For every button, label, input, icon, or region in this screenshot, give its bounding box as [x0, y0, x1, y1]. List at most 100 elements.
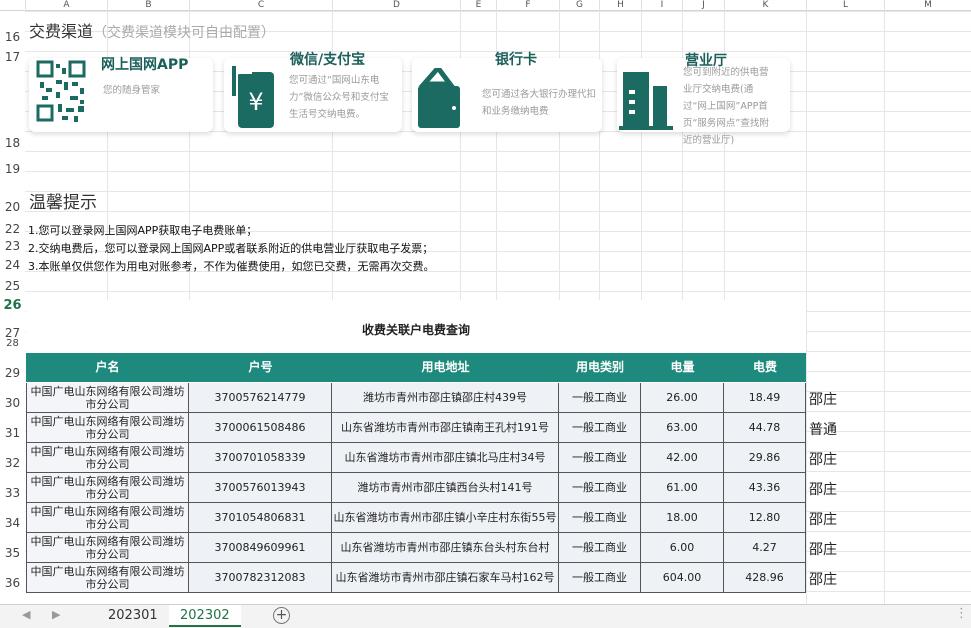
- cell-name[interactable]: 中国广电山东网络有限公司潍坊市分公司: [26, 443, 189, 473]
- card-service-hall[interactable]: 营业厅 您可到附近的供电营业厅交纳电费(通过“网上国网”APP首页“服务网点”查…: [617, 53, 790, 146]
- cell-account-id[interactable]: 3700701058339: [189, 443, 332, 473]
- table-row[interactable]: 中国广电山东网络有限公司潍坊市分公司 3700576013943 潍坊市青州市邵庄镇…: [26, 473, 806, 503]
- cell-kwh[interactable]: 42.00: [641, 443, 724, 473]
- cell-fee[interactable]: 4.27: [724, 533, 806, 563]
- col-k[interactable]: K: [724, 0, 806, 11]
- table-row[interactable]: 中国广电山东网络有限公司潍坊市分公司 3700061508486 山东省潍坊市青州市…: [26, 413, 806, 443]
- col-g[interactable]: G: [559, 0, 599, 11]
- cell-extra[interactable]: 邵庄: [809, 539, 837, 559]
- building-icon: [619, 72, 673, 130]
- row-20[interactable]: 20: [0, 200, 25, 214]
- col-e[interactable]: E: [460, 0, 496, 11]
- row-18[interactable]: 18: [0, 136, 25, 150]
- cell-extra[interactable]: 邵庄: [809, 509, 837, 529]
- row-17[interactable]: 17: [0, 50, 25, 64]
- col-a[interactable]: A: [25, 0, 107, 11]
- row-33[interactable]: 33: [0, 486, 25, 500]
- row-31[interactable]: 31: [0, 426, 25, 440]
- cell-fee[interactable]: 428.96: [724, 563, 806, 593]
- row-24[interactable]: 24: [0, 258, 25, 272]
- cell-address[interactable]: 山东省潍坊市青州市邵庄镇北马庄村34号: [332, 443, 559, 473]
- cell-kwh[interactable]: 61.00: [641, 473, 724, 503]
- cell-fee[interactable]: 44.78: [724, 413, 806, 443]
- cell-account-id[interactable]: 3700782312083: [189, 563, 332, 593]
- col-i[interactable]: I: [641, 0, 682, 11]
- cell-extra[interactable]: 邵庄: [809, 569, 837, 589]
- row-29[interactable]: 29: [0, 366, 25, 380]
- cell-fee[interactable]: 12.80: [724, 503, 806, 533]
- sheet-tab-202301[interactable]: 202301: [97, 605, 169, 627]
- cell-account-id[interactable]: 3701054806831: [189, 503, 332, 533]
- row-35[interactable]: 35: [0, 546, 25, 560]
- cell-extra[interactable]: 邵庄: [809, 479, 837, 499]
- cell-type[interactable]: 一般工商业: [559, 443, 641, 473]
- cell-type[interactable]: 一般工商业: [559, 383, 641, 413]
- col-m[interactable]: M: [884, 0, 971, 11]
- cell-name[interactable]: 中国广电山东网络有限公司潍坊市分公司: [26, 383, 189, 413]
- header-fee: 电费: [752, 360, 777, 374]
- table-row[interactable]: 中国广电山东网络有限公司潍坊市分公司 3700701058339 山东省潍坊市青州市…: [26, 443, 806, 473]
- cell-address[interactable]: 山东省潍坊市青州市邵庄镇石家车马村162号: [332, 563, 559, 593]
- cell-address[interactable]: 山东省潍坊市青州市邵庄镇东台头村东台村: [332, 533, 559, 563]
- cell-account-id[interactable]: 3700576013943: [189, 473, 332, 503]
- row-34[interactable]: 34: [0, 516, 25, 530]
- row-25[interactable]: 25: [0, 279, 25, 293]
- card-wechat-alipay[interactable]: ¥ 微信/支付宝 您可通过“国网山东电力”微信公众号和支付宝生活号交纳电费。: [224, 52, 402, 132]
- table-row[interactable]: 中国广电山东网络有限公司潍坊市分公司 3700782312083 山东省潍坊市青州市…: [26, 563, 806, 593]
- row-19[interactable]: 19: [0, 162, 25, 176]
- cell-type[interactable]: 一般工商业: [559, 563, 641, 593]
- cell-fee[interactable]: 18.49: [724, 383, 806, 413]
- cell-address[interactable]: 山东省潍坊市青州市邵庄镇南王孔村191号: [332, 413, 559, 443]
- cell-fee[interactable]: 43.36: [724, 473, 806, 503]
- row-16[interactable]: 16: [0, 30, 25, 44]
- cell-kwh[interactable]: 18.00: [641, 503, 724, 533]
- cell-address[interactable]: 潍坊市青州市邵庄镇邵庄村439号: [332, 383, 559, 413]
- col-j[interactable]: J: [682, 0, 724, 11]
- cell-fee[interactable]: 29.86: [724, 443, 806, 473]
- col-f[interactable]: F: [496, 0, 559, 11]
- cell-extra[interactable]: 普通: [809, 419, 837, 439]
- row-26[interactable]: 26: [0, 298, 25, 313]
- cell-type[interactable]: 一般工商业: [559, 413, 641, 443]
- cell-account-id[interactable]: 3700576214779: [189, 383, 332, 413]
- col-h[interactable]: H: [599, 0, 641, 11]
- row-36[interactable]: 36: [0, 576, 25, 590]
- col-c[interactable]: C: [189, 0, 332, 11]
- cell-extra[interactable]: 邵庄: [809, 449, 837, 469]
- add-sheet-button[interactable]: +: [273, 607, 290, 624]
- row-32[interactable]: 32: [0, 456, 25, 470]
- row-28[interactable]: 28: [0, 338, 25, 349]
- cell-name[interactable]: 中国广电山东网络有限公司潍坊市分公司: [26, 533, 189, 563]
- cell-address[interactable]: 潍坊市青州市邵庄镇西台头村141号: [332, 473, 559, 503]
- cell-account-id[interactable]: 3700849609961: [189, 533, 332, 563]
- sheet-tab-202302[interactable]: 202302: [169, 605, 241, 627]
- table-row[interactable]: 中国广电山东网络有限公司潍坊市分公司 3700576214779 潍坊市青州市邵庄镇…: [26, 383, 806, 413]
- cell-name[interactable]: 中国广电山东网络有限公司潍坊市分公司: [26, 503, 189, 533]
- cell-extra[interactable]: 邵庄: [809, 389, 837, 409]
- cell-address[interactable]: 山东省潍坊市青州市邵庄镇小辛庄村东街55号: [332, 503, 559, 533]
- table-row[interactable]: 中国广电山东网络有限公司潍坊市分公司 3701054806831 山东省潍坊市青州市…: [26, 503, 806, 533]
- table-row[interactable]: 中国广电山东网络有限公司潍坊市分公司 3700849609961 山东省潍坊市青州市…: [26, 533, 806, 563]
- cell-kwh[interactable]: 604.00: [641, 563, 724, 593]
- card-app[interactable]: 网上国网APP 您的随身管家: [29, 57, 213, 132]
- row-23[interactable]: 23: [0, 239, 25, 253]
- row-30[interactable]: 30: [0, 396, 25, 410]
- cell-type[interactable]: 一般工商业: [559, 473, 641, 503]
- cell-account-id[interactable]: 3700061508486: [189, 413, 332, 443]
- cell-name[interactable]: 中国广电山东网络有限公司潍坊市分公司: [26, 473, 189, 503]
- cell-kwh[interactable]: 63.00: [641, 413, 724, 443]
- cell-type[interactable]: 一般工商业: [559, 503, 641, 533]
- cell-name[interactable]: 中国广电山东网络有限公司潍坊市分公司: [26, 413, 189, 443]
- cell-kwh[interactable]: 6.00: [641, 533, 724, 563]
- card-bank[interactable]: 银行卡 您可通过各大银行办理代扣和业务缴纳电费: [412, 52, 602, 132]
- prev-sheet-icon[interactable]: ◀: [22, 608, 30, 621]
- more-options-icon[interactable]: ⋮: [955, 606, 968, 621]
- col-d[interactable]: D: [332, 0, 460, 11]
- next-sheet-icon[interactable]: ▶: [52, 608, 60, 621]
- cell-kwh[interactable]: 26.00: [641, 383, 724, 413]
- col-b[interactable]: B: [107, 0, 189, 11]
- cell-type[interactable]: 一般工商业: [559, 533, 641, 563]
- col-l[interactable]: L: [806, 0, 884, 11]
- row-22[interactable]: 22: [0, 222, 25, 236]
- cell-name[interactable]: 中国广电山东网络有限公司潍坊市分公司: [26, 563, 189, 593]
